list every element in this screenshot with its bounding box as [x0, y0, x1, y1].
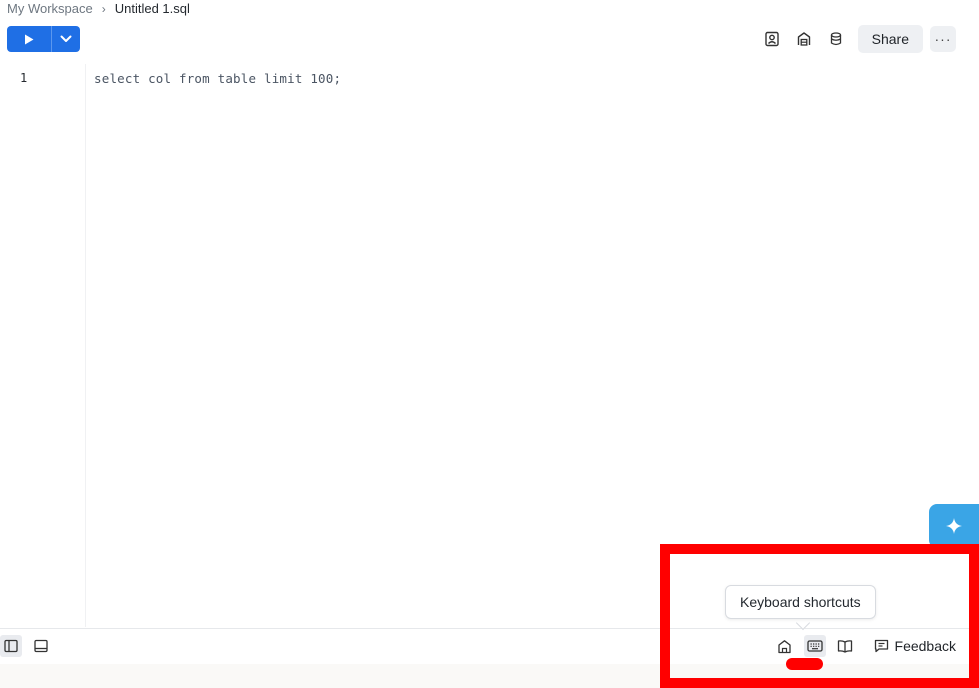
database-button[interactable] — [824, 27, 848, 51]
status-bar: Feedback — [0, 628, 979, 664]
breadcrumb-separator: › — [101, 2, 106, 16]
editor-gutter-divider — [85, 64, 86, 627]
home-icon — [778, 639, 791, 653]
run-options-button[interactable] — [52, 26, 80, 52]
keyboard-shortcuts-tooltip: Keyboard shortcuts — [725, 585, 876, 619]
run-button-group — [7, 26, 80, 52]
book-icon — [837, 640, 852, 653]
chevron-down-icon — [60, 35, 72, 42]
ai-assistant-button[interactable] — [929, 504, 979, 548]
keyboard-shortcuts-button[interactable] — [803, 635, 826, 657]
play-icon — [25, 34, 34, 44]
breadcrumb: My Workspace › Untitled 1.sql — [7, 1, 190, 17]
warehouse-button[interactable] — [792, 27, 816, 51]
sql-editor-page: My Workspace › Untitled 1.sql Share ··· … — [0, 0, 979, 688]
code-line[interactable]: select col from table limit 100; — [94, 71, 341, 86]
bottom-strip — [0, 664, 979, 688]
more-options-button[interactable]: ··· — [930, 26, 956, 52]
contact-card-button[interactable] — [760, 27, 784, 51]
warehouse-icon — [797, 32, 810, 46]
editor-toolbar: Share ··· — [760, 25, 956, 53]
feedback-button[interactable]: Feedback — [874, 638, 956, 654]
breadcrumb-current-file: Untitled 1.sql — [114, 1, 190, 16]
line-number: 1 — [20, 71, 28, 85]
toggle-sidebar-button[interactable] — [0, 635, 22, 657]
contact-card-icon — [764, 31, 779, 47]
panel-toggles — [0, 635, 52, 657]
sparkle-icon — [946, 518, 962, 534]
breadcrumb-workspace-link[interactable]: My Workspace — [7, 1, 93, 17]
toggle-bottom-panel-button[interactable] — [30, 635, 52, 657]
database-icon — [830, 32, 841, 46]
status-bar-actions: Feedback — [774, 635, 956, 657]
keyboard-icon — [806, 640, 823, 652]
share-button[interactable]: Share — [857, 25, 923, 53]
feedback-label: Feedback — [894, 638, 956, 654]
run-button[interactable] — [7, 26, 51, 52]
sidebar-panel-icon — [4, 639, 18, 653]
bottom-panel-icon — [34, 639, 48, 653]
home-button[interactable] — [774, 635, 796, 657]
documentation-button[interactable] — [834, 635, 856, 657]
feedback-icon — [874, 639, 888, 653]
